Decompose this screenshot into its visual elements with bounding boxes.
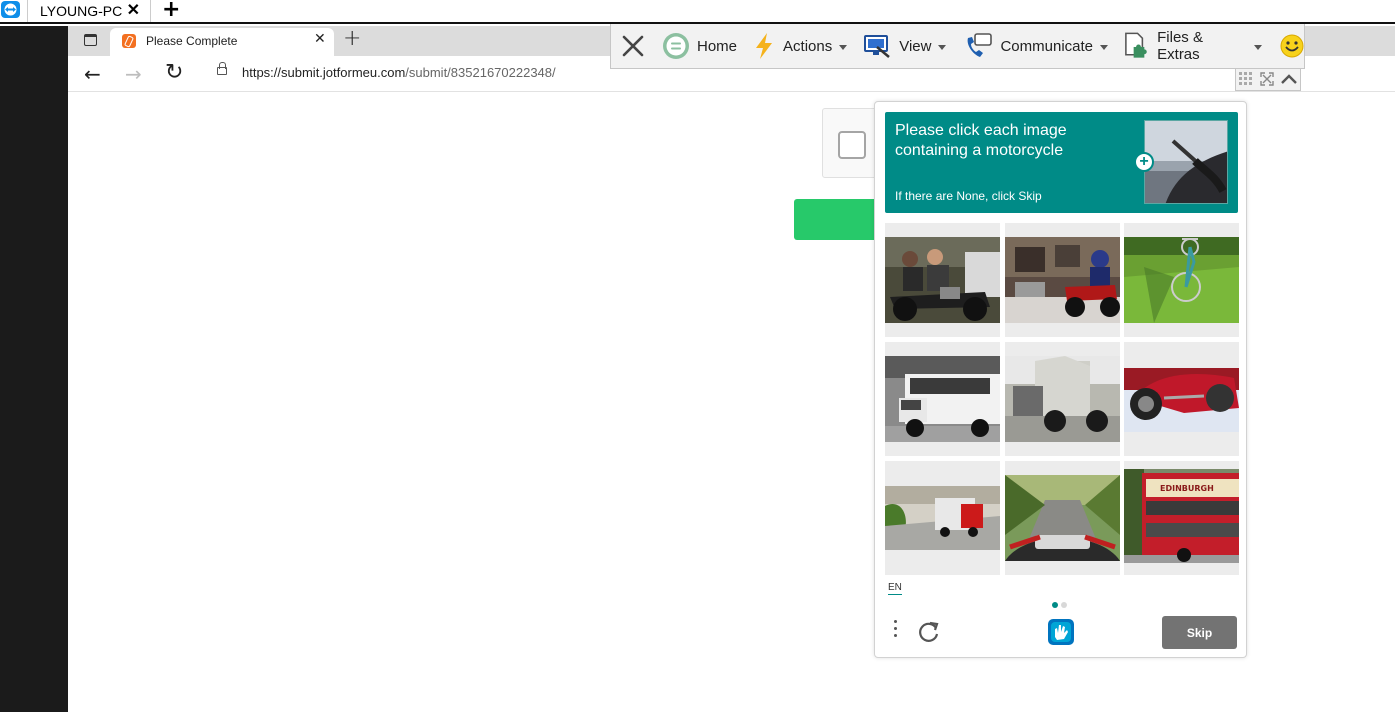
page-dot (1061, 602, 1067, 608)
files-extras-menu[interactable]: Files & Extras (1122, 24, 1262, 68)
chevron-down-icon (938, 44, 947, 50)
new-tab-icon[interactable]: + (343, 26, 361, 51)
home-icon (663, 33, 689, 59)
files-extras-label: Files & Extras (1157, 29, 1203, 63)
session-tab[interactable]: LYOUNG-PC ✕ (27, 0, 151, 22)
image-tile-5[interactable] (1005, 342, 1120, 456)
teamviewer-remote-toolbar: Home Actions View Communicate Files & Ex… (610, 24, 1305, 69)
hcaptcha-checkbox-widget (822, 108, 882, 178)
example-image[interactable] (1144, 120, 1228, 204)
captcha-checkbox[interactable] (838, 131, 866, 159)
reload-icon[interactable]: ↻ (165, 60, 183, 85)
url-host: https://submit.jotformeu.com (242, 65, 406, 80)
prompt-text: Please click each image containing a mot… (895, 122, 1067, 159)
actions-label: Actions (783, 37, 833, 55)
forward-arrow-icon[interactable]: → (125, 62, 142, 86)
image-tile-7[interactable] (885, 461, 1000, 575)
session-tab-label: LYOUNG-PC (40, 3, 123, 19)
collapse-toolbar-icon[interactable] (1280, 72, 1298, 86)
actions-menu[interactable]: Actions (753, 24, 848, 68)
file-puzzle-icon (1125, 32, 1147, 58)
view-menu[interactable]: View (863, 24, 947, 68)
fullscreen-icon[interactable] (1260, 72, 1274, 86)
teamviewer-session-strip: LYOUNG-PC ✕ + (0, 0, 1395, 24)
chevron-down-icon (839, 44, 848, 50)
motorcycle-handlebar-image (1005, 475, 1120, 561)
jotform-favicon-icon (122, 34, 136, 48)
hcaptcha-logo-icon[interactable] (1046, 617, 1076, 647)
address-bar[interactable]: https://submit.jotformeu.com/submit/8352… (242, 65, 556, 80)
zoom-plus-icon[interactable]: + (1134, 152, 1154, 172)
monitor-icon (864, 35, 891, 58)
remote-desktop-background (0, 26, 68, 712)
submit-button[interactable] (794, 199, 884, 240)
motorcycle-riders-image (885, 237, 1000, 323)
chevron-down-icon (1254, 44, 1262, 50)
tab-close-icon[interactable]: ✕ (314, 31, 326, 47)
smiley-icon (1280, 34, 1304, 58)
page-indicator (1052, 593, 1070, 612)
teamviewer-toolbar-controls (1235, 69, 1301, 91)
challenge-prompt: Please click each image containing a mot… (885, 112, 1238, 213)
red-truck-road-image (885, 486, 1000, 550)
communicate-label: Communicate (1000, 37, 1094, 55)
tab-please-complete[interactable]: Please Complete ✕ (110, 28, 334, 56)
lightning-icon (756, 33, 773, 59)
captcha-challenge-panel: Please click each image containing a mot… (874, 101, 1247, 658)
red-sport-motorcycle-image (1124, 368, 1239, 432)
add-session-icon[interactable]: + (162, 0, 180, 22)
close-x-icon (622, 35, 644, 57)
shuttle-bus-image (885, 356, 1000, 442)
tab-title: Please Complete (146, 34, 238, 48)
communicate-menu[interactable]: Communicate (964, 24, 1109, 68)
svg-text:EDINBURGH: EDINBURGH (1160, 484, 1214, 493)
lock-icon[interactable] (217, 62, 227, 75)
page-dot-active (1052, 602, 1058, 608)
close-session-icon[interactable]: ✕ (127, 0, 140, 20)
feedback-button[interactable] (1280, 24, 1304, 68)
skip-button[interactable]: Skip (1162, 616, 1237, 649)
phone-chat-icon (968, 33, 993, 57)
image-tile-3[interactable] (1124, 223, 1239, 337)
more-options-icon[interactable] (893, 620, 899, 644)
url-path: /submit/83521670222348/ (405, 65, 556, 80)
close-connection-button[interactable] (621, 24, 645, 68)
language-selector[interactable]: EN (888, 582, 902, 595)
image-tile-4[interactable] (885, 342, 1000, 456)
tab-actions-icon[interactable] (84, 34, 97, 46)
truck-street-image (1005, 356, 1120, 442)
image-tile-1[interactable] (885, 223, 1000, 337)
image-tile-9[interactable]: EDINBURGH (1124, 461, 1239, 575)
refresh-challenge-icon[interactable] (917, 620, 941, 644)
bicycle-grass-image (1124, 237, 1239, 323)
image-tile-6[interactable] (1124, 342, 1239, 456)
grid-icon[interactable] (1238, 71, 1254, 87)
home-label: Home (697, 37, 738, 55)
double-decker-bus-image: EDINBURGH (1124, 469, 1239, 563)
view-label: View (899, 37, 932, 55)
teamviewer-logo-icon[interactable] (0, 0, 22, 20)
prompt-subtext: If there are None, click Skip (895, 189, 1042, 203)
image-tile-8[interactable] (1005, 461, 1120, 575)
chevron-down-icon (1100, 44, 1109, 50)
image-tile-2[interactable] (1005, 223, 1120, 337)
home-button[interactable]: Home (661, 24, 737, 68)
back-arrow-icon[interactable]: ← (84, 62, 101, 86)
motorcycle-garage-image (1005, 237, 1120, 323)
